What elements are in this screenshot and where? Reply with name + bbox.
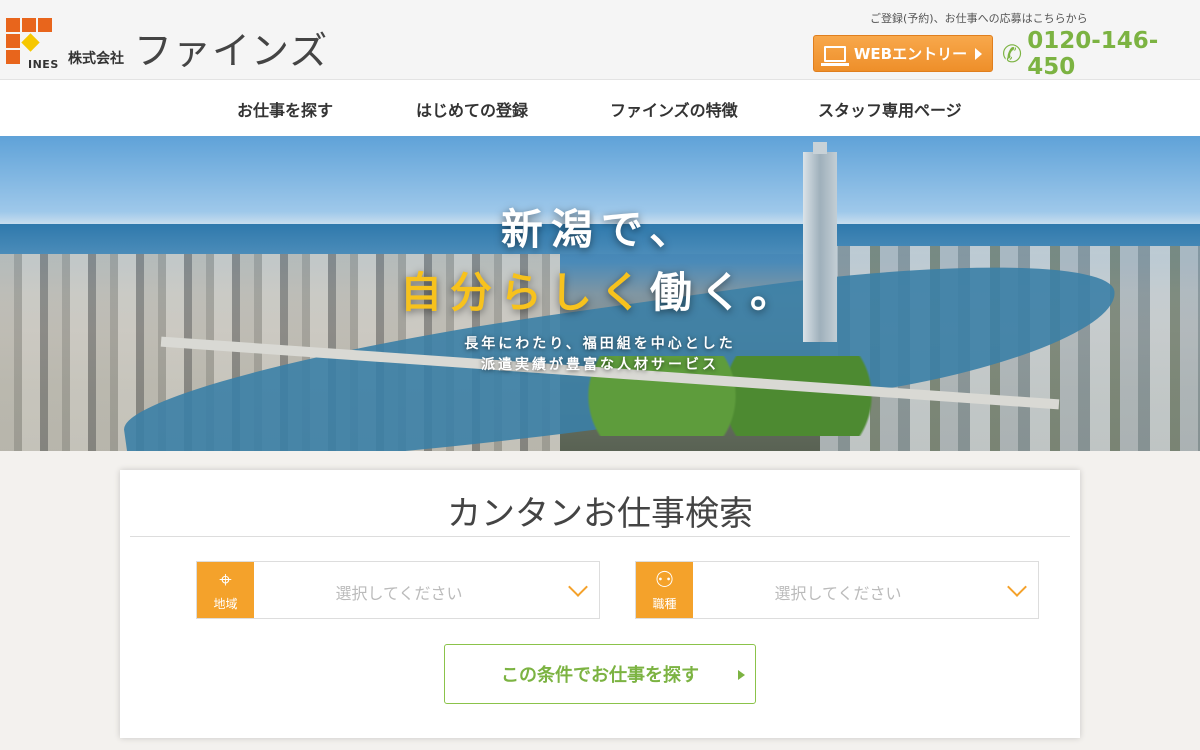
- logo-name-text: ファインズ: [134, 29, 329, 73]
- area-icon-box: ⌖ 地域: [197, 562, 254, 618]
- hero-headline-highlight: 自分らしく: [399, 268, 650, 317]
- chevron-down-icon: [1007, 577, 1027, 597]
- job-type-select-value: 選択してください: [774, 584, 902, 603]
- arrow-right-icon: [738, 670, 745, 680]
- phone-link[interactable]: ✆ 0120-146-450: [1002, 28, 1200, 80]
- hero-headline-1: 新潟で、: [500, 205, 700, 254]
- search-title: カンタンお仕事検索: [447, 494, 753, 534]
- nav-item-staff-page[interactable]: スタッフ専用ページ: [818, 97, 962, 121]
- logo-corp-text: 株式会社: [68, 51, 124, 67]
- hero-headline-rest: 働く。: [650, 268, 801, 317]
- search-submit-label: この条件でお仕事を探す: [501, 665, 699, 686]
- job-search-panel: カンタンお仕事検索 ⌖ 地域 選択してください ⚇ 職種 選択してください この…: [120, 470, 1080, 738]
- job-type-icon-box: ⚇ 職種: [636, 562, 693, 618]
- registration-note: ご登録(予約)、お仕事への応募はこちらから: [870, 12, 1088, 25]
- hero-copy: 新潟で、 自分らしく働く。 長年にわたり、福田組を中心とした 派遣実績が豊富な人…: [0, 196, 1200, 376]
- area-select-value: 選択してください: [335, 584, 463, 603]
- arrow-right-icon: [975, 47, 983, 60]
- hero-subcopy-2: 派遣実績が豊富な人材サービス: [481, 357, 719, 373]
- web-entry-label: WEBエントリー: [853, 45, 968, 63]
- computer-icon: [820, 45, 849, 66]
- hero-banner: 新潟で、 自分らしく働く。 長年にわたり、福田組を中心とした 派遣実績が豊富な人…: [0, 136, 1200, 451]
- company-logo[interactable]: INES 株式会社 ファインズ: [6, 14, 336, 73]
- chevron-down-icon: [568, 577, 588, 597]
- hero-subcopy: 長年にわたり、福田組を中心とした 派遣実績が豊富な人材サービス: [0, 334, 1200, 376]
- hero-subcopy-1: 長年にわたり、福田組を中心とした: [464, 336, 736, 352]
- job-type-select[interactable]: ⚇ 職種 選択してください: [635, 561, 1039, 619]
- phone-number: 0120-146-450: [1027, 28, 1159, 80]
- logo-mark-text: INES: [28, 58, 59, 71]
- map-pin-icon: ⌖: [219, 567, 232, 593]
- job-type-label: 職種: [652, 596, 677, 611]
- web-entry-button[interactable]: WEBエントリー: [813, 35, 993, 72]
- worker-icon: ⚇: [654, 567, 675, 593]
- nav-item-features[interactable]: ファインズの特徴: [610, 97, 738, 121]
- area-select[interactable]: ⌖ 地域 選択してください: [196, 561, 600, 619]
- hero-headline-2: 自分らしく働く。: [0, 259, 1200, 320]
- nav-item-first-registration[interactable]: はじめての登録: [416, 97, 528, 121]
- logo-mark-icon: INES: [6, 18, 59, 71]
- nav-item-find-jobs[interactable]: お仕事を探す: [237, 97, 333, 121]
- area-label: 地域: [213, 596, 238, 611]
- phone-icon: ✆: [1002, 40, 1023, 68]
- search-divider: [130, 536, 1070, 537]
- search-submit-button[interactable]: この条件でお仕事を探す: [444, 644, 756, 704]
- global-nav: お仕事を探す はじめての登録 ファインズの特徴 スタッフ専用ページ: [0, 80, 1200, 136]
- site-header: INES 株式会社 ファインズ ご登録(予約)、お仕事への応募はこちらから WE…: [0, 0, 1200, 80]
